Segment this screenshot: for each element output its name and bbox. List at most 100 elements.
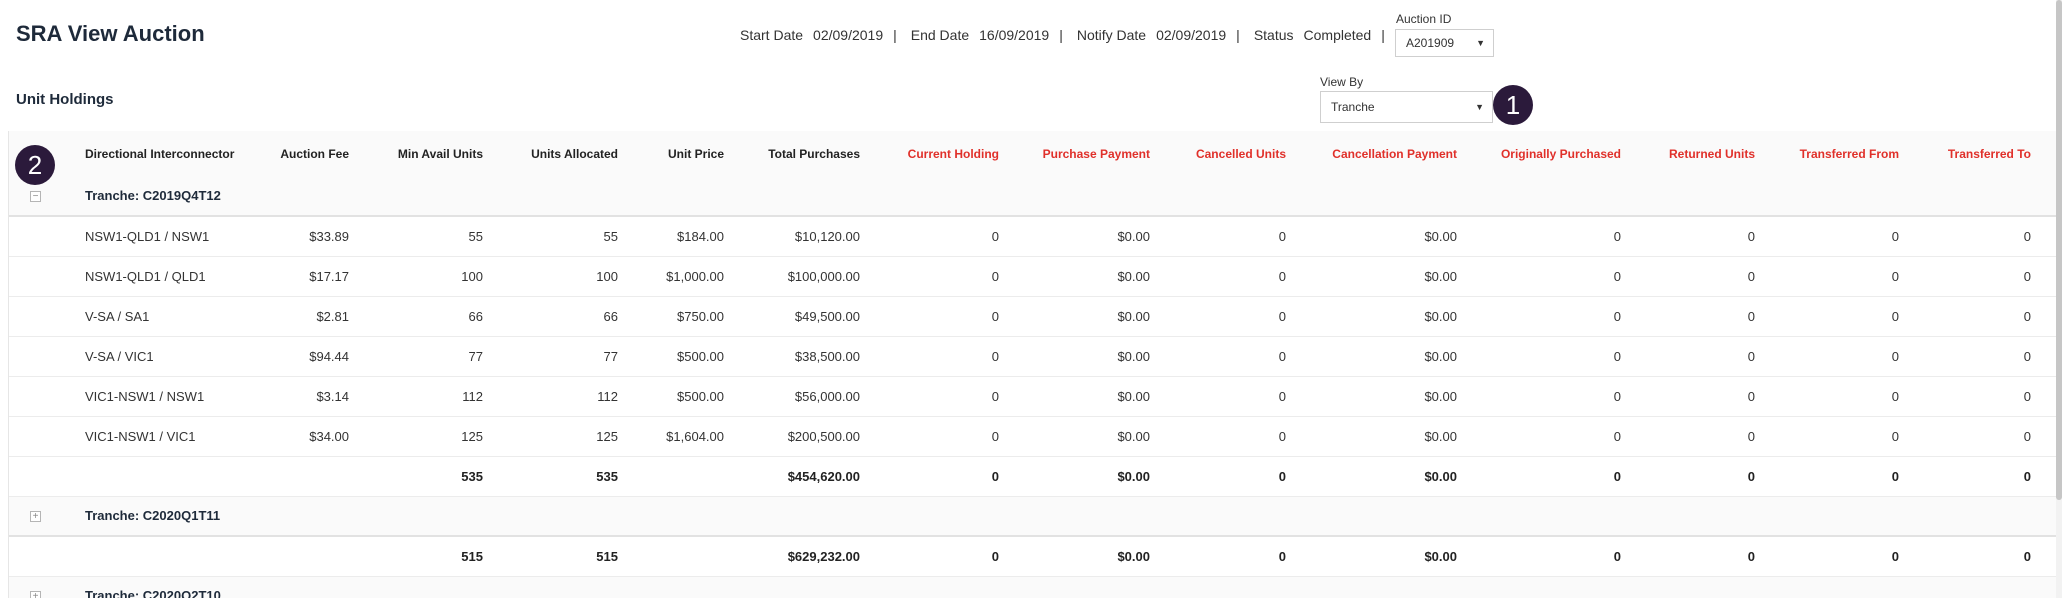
table-cell: $1,000.00 <box>666 269 724 284</box>
table-row[interactable]: VIC1-NSW1 / NSW1 $3.14 112 112 $500.00 $56,00… <box>9 377 2059 417</box>
column-header[interactable]: Cancellation Payment <box>1332 147 1457 161</box>
table-cell: 0 <box>991 229 999 244</box>
tranche-group-row[interactable]: + Tranche: C2020Q2T10 <box>9 577 2059 598</box>
expand-icon[interactable]: + <box>30 591 41 598</box>
caret-down-icon: ▼ <box>1475 102 1484 112</box>
tranche-label: Tranche: C2020Q1T11 <box>85 508 221 523</box>
table-cell: $750.00 <box>677 309 724 324</box>
column-header[interactable]: Purchase Payment <box>1043 147 1150 161</box>
table-cell: $500.00 <box>677 389 724 404</box>
unit-holdings-table: Directional Interconnector Auction Fee Min… <box>8 131 2059 598</box>
start-date-label: Start Date <box>740 27 804 43</box>
table-cell: $94.44 <box>309 349 349 364</box>
table-cell: NSW1-QLD1 / QLD1 <box>85 269 206 284</box>
table-cell: 0 <box>1891 429 1899 444</box>
table-row[interactable]: V-SA / SA1 $2.81 66 66 $750.00 $49,500.00 0 $0.… <box>9 297 2059 337</box>
total-cell: $0.00 <box>1424 549 1457 564</box>
table-cell: 0 <box>2023 349 2031 364</box>
total-cell: 535 <box>461 469 483 484</box>
total-cell: 0 <box>1747 469 1755 484</box>
table-cell: 0 <box>1747 429 1755 444</box>
column-header[interactable]: Transferred To <box>1948 147 2031 161</box>
table-cell: $0.00 <box>1424 389 1457 404</box>
end-date-label: End Date <box>910 27 970 43</box>
start-date-value: 02/09/2019 <box>813 27 884 43</box>
table-cell: 0 <box>1613 429 1621 444</box>
table-cell: 125 <box>596 429 618 444</box>
table-cell: $0.00 <box>1117 349 1150 364</box>
table-cell: $10,120.00 <box>794 229 860 244</box>
expand-icon[interactable]: + <box>30 511 41 522</box>
column-header[interactable]: Total Purchases <box>768 147 860 161</box>
table-row[interactable]: NSW1-QLD1 / NSW1 $33.89 55 55 $184.00 $10,120… <box>9 217 2059 257</box>
table-cell: 0 <box>1613 389 1621 404</box>
meta-separator: | <box>1381 27 1385 43</box>
table-cell: $1,604.00 <box>666 429 724 444</box>
column-header[interactable]: Unit Price <box>668 147 724 161</box>
table-row[interactable]: V-SA / VIC1 $94.44 77 77 $500.00 $38,500.00 0 $… <box>9 337 2059 377</box>
table-cell: 55 <box>603 229 618 244</box>
column-header[interactable]: Cancelled Units <box>1196 147 1286 161</box>
table-cell: 66 <box>468 309 483 324</box>
table-cell: 0 <box>2023 229 2031 244</box>
table-cell: 55 <box>468 229 483 244</box>
table-cell: $33.89 <box>309 229 349 244</box>
callout-badge-1: 1 <box>1493 85 1533 125</box>
table-cell: $17.17 <box>309 269 349 284</box>
table-cell: 0 <box>2023 269 2031 284</box>
column-header[interactable]: Originally Purchased <box>1501 147 1621 161</box>
column-header[interactable]: Returned Units <box>1669 147 1755 161</box>
table-row[interactable]: VIC1-NSW1 / VIC1 $34.00 125 125 $1,604.00 $20… <box>9 417 2059 457</box>
collapse-icon[interactable]: − <box>30 191 41 202</box>
tranche-label: Tranche: C2019Q4T12 <box>85 188 221 203</box>
meta-separator: | <box>893 27 897 43</box>
table-cell: 0 <box>1891 229 1899 244</box>
total-cell: 515 <box>596 549 618 564</box>
column-header[interactable]: Auction Fee <box>280 147 349 161</box>
total-cell: 0 <box>1613 469 1621 484</box>
vertical-scrollbar[interactable] <box>2056 0 2062 598</box>
status-value: Completed <box>1303 27 1372 43</box>
table-cell: $200,500.00 <box>787 429 860 444</box>
column-header[interactable]: Transferred From <box>1800 147 1899 161</box>
total-cell: $454,620.00 <box>787 469 860 484</box>
table-cell: 100 <box>461 269 483 284</box>
tranche-group-row[interactable]: + Tranche: C2020Q1T11 <box>9 497 2059 537</box>
table-cell: 0 <box>1278 229 1286 244</box>
view-by-select[interactable]: Tranche ▼ <box>1320 91 1493 123</box>
table-cell: 0 <box>1278 309 1286 324</box>
meta-separator: | <box>1236 27 1240 43</box>
total-cell: 0 <box>2023 469 2031 484</box>
table-cell: 0 <box>1613 309 1621 324</box>
table-cell: V-SA / SA1 <box>85 309 150 324</box>
scrollbar-thumb[interactable] <box>2056 0 2062 500</box>
column-header[interactable]: Units Allocated <box>531 147 618 161</box>
total-cell: 515 <box>461 549 483 564</box>
unit-holdings-title: Unit Holdings <box>16 91 114 108</box>
table-cell: $0.00 <box>1424 349 1457 364</box>
view-by-value: Tranche <box>1331 100 1375 114</box>
end-date-value: 16/09/2019 <box>979 27 1050 43</box>
column-header[interactable]: Min Avail Units <box>398 147 483 161</box>
table-cell: $3.14 <box>316 389 349 404</box>
table-cell: 0 <box>1747 349 1755 364</box>
table-cell: $0.00 <box>1424 429 1457 444</box>
column-header[interactable]: Directional Interconnector <box>85 147 234 161</box>
table-cell: 100 <box>596 269 618 284</box>
table-cell: 0 <box>1613 349 1621 364</box>
auction-meta-bar: Start Date 02/09/2019 | End Date 16/09/2… <box>740 27 1399 43</box>
table-cell: 77 <box>468 349 483 364</box>
table-cell: $500.00 <box>677 349 724 364</box>
auction-id-select[interactable]: A201909 ▼ <box>1395 29 1494 57</box>
table-cell: VIC1-NSW1 / NSW1 <box>85 389 205 404</box>
notify-date-label: Notify Date <box>1076 27 1147 43</box>
table-cell: 0 <box>1747 389 1755 404</box>
page: SRA View Auction Start Date 02/09/2019 |… <box>0 0 2062 598</box>
table-cell: 0 <box>1891 389 1899 404</box>
tranche-total-row: 535 535 $454,620.00 0 $0.00 0 $0.00 0 0 0 0 <box>9 457 2059 497</box>
table-cell: 0 <box>1891 269 1899 284</box>
table-header-row: Directional Interconnector Auction Fee Min… <box>9 131 2059 177</box>
table-row[interactable]: NSW1-QLD1 / QLD1 $17.17 100 100 $1,000.00 $10… <box>9 257 2059 297</box>
tranche-group-row[interactable]: − Tranche: C2019Q4T12 <box>9 177 2059 217</box>
column-header[interactable]: Current Holding <box>908 147 999 161</box>
